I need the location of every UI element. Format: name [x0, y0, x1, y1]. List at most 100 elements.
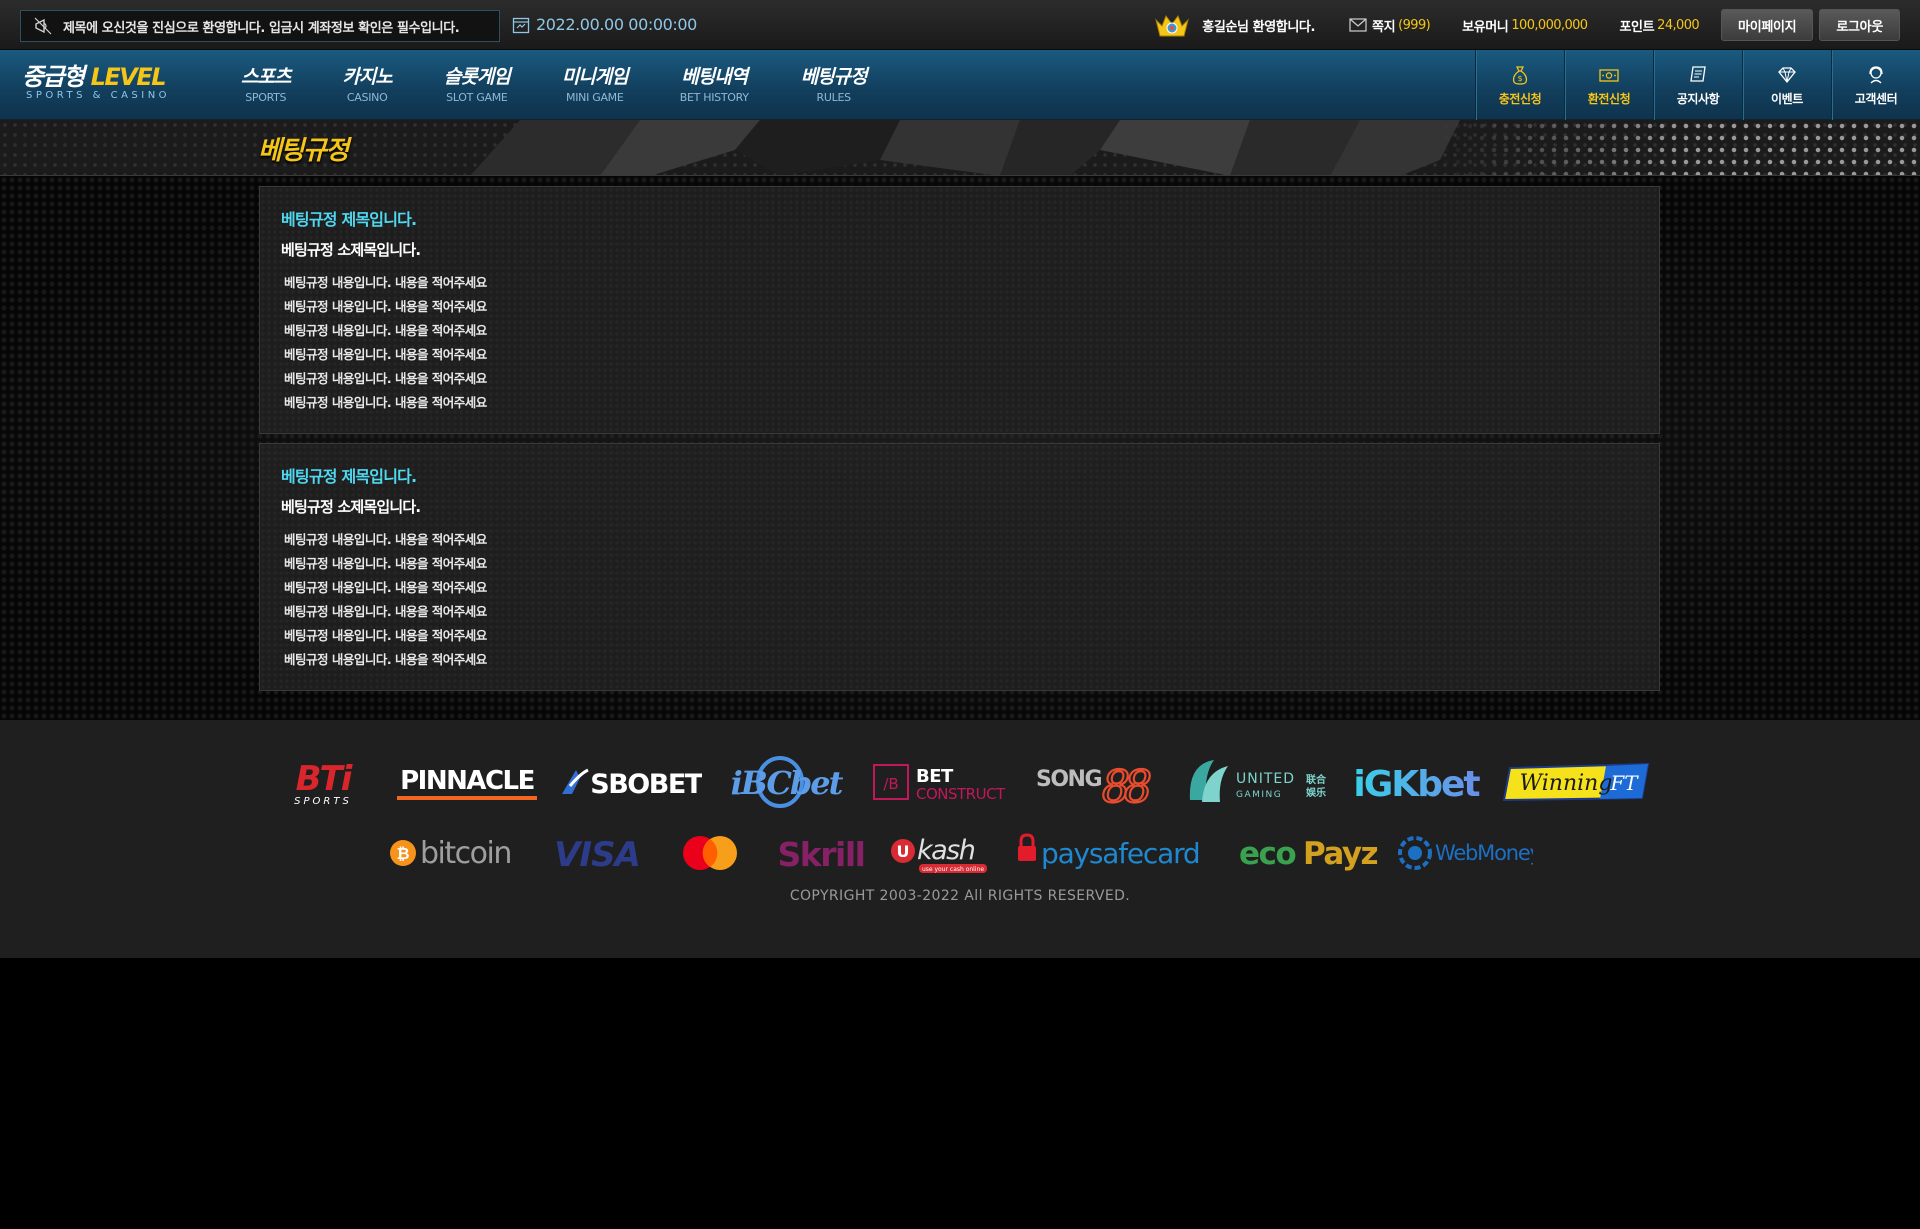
mail-label: 쪽지: [1372, 19, 1396, 35]
mypage-button[interactable]: 마이페이지: [1721, 9, 1814, 41]
logo-level: LEVEL: [90, 63, 167, 91]
svg-text:VISA: VISA: [554, 835, 640, 875]
menu-item-sports[interactable]: 스포츠 SPORTS: [215, 50, 316, 120]
skrill-logo: Skrill: [778, 835, 866, 874]
menu-item-rules[interactable]: 베팅규정 RULES: [775, 50, 893, 120]
svg-text:PINNACLE: PINNACLE: [400, 766, 534, 796]
rule-line: 베팅규정 내용입니다. 내용을 적어주세요: [284, 604, 487, 619]
quick-label: 환전신청: [1587, 91, 1631, 106]
svg-text:Payz: Payz: [1303, 836, 1378, 872]
svg-text:iBCbet: iBCbet: [731, 764, 844, 802]
menu-item-mini-game[interactable]: 미니게임 MINI GAME: [536, 50, 654, 120]
menu-sublabel: MINI GAME: [566, 91, 624, 104]
logout-button[interactable]: 로그아웃: [1819, 9, 1900, 41]
webmoney-logo: WebMoney: [1398, 836, 1533, 870]
quick-label: 이벤트: [1771, 91, 1803, 106]
menu-item-slot-game[interactable]: 슬롯게임 SLOT GAME: [418, 50, 536, 120]
footer: BTi SPORTS PINNACLE SBOBET iBCbet /B BET…: [0, 720, 1920, 958]
top-bar: 제목에 오신것을 진심으로 환영합니다. 입금시 계좌정보 확인은 필수입니다.…: [0, 0, 1920, 50]
svg-text:Winning: Winning: [1520, 771, 1613, 796]
bti-sports-logo: BTi SPORTS: [294, 759, 356, 807]
rule-line: 베팅규정 내용입니다. 내용을 적어주세요: [284, 299, 487, 314]
rule-line: 베팅규정 내용입니다. 내용을 적어주세요: [284, 532, 487, 547]
ecopayz-logo: eco Payz: [1239, 836, 1379, 872]
mail-count: (999): [1398, 17, 1431, 33]
support-icon: [1869, 65, 1883, 83]
svg-text:kash: kash: [917, 835, 975, 866]
quick-withdraw[interactable]: 환전신청: [1564, 50, 1653, 120]
menu-label: 베팅내역: [681, 66, 748, 88]
svg-text:iGKbet: iGKbet: [1353, 764, 1480, 805]
logo-subtitle: SPORTS & CASINO: [26, 90, 171, 101]
svg-text:WebMoney: WebMoney: [1435, 841, 1533, 865]
quick-event[interactable]: 이벤트: [1742, 50, 1831, 120]
logo-main: 중급형 LEVEL: [22, 64, 170, 90]
quick-label: 고객센터: [1854, 91, 1898, 106]
menu-label: 스포츠: [241, 66, 291, 88]
svg-text:bitcoin: bitcoin: [420, 836, 511, 871]
rule-line: 베팅규정 내용입니다. 내용을 적어주세요: [284, 347, 487, 362]
svg-text:联合: 联合: [1306, 773, 1327, 786]
visa-logo: VISA: [554, 835, 641, 875]
site-logo[interactable]: 중급형 LEVEL SPORTS & CASINO: [22, 64, 170, 101]
menu-item-bet-history[interactable]: 베팅내역 BET HISTORY: [654, 50, 775, 120]
quick-deposit[interactable]: $ 충전신청: [1475, 50, 1564, 120]
svg-text:娱乐: 娱乐: [1306, 786, 1326, 799]
page-title: 베팅규정: [258, 136, 349, 166]
quick-notice[interactable]: 공지사항: [1653, 50, 1742, 120]
welcome-text: 홍길순님 환영합니다.: [1202, 19, 1316, 35]
level-badge-icon: [1155, 14, 1190, 37]
svg-text:FT: FT: [1609, 771, 1639, 795]
winningft-logo: Winning FT: [1502, 762, 1650, 802]
notice-board-icon: [1690, 65, 1706, 82]
rule-line: 베팅규정 내용입니다. 내용을 적어주세요: [284, 580, 487, 595]
paysafecard-logo: paysafecard: [1018, 833, 1201, 870]
menu-sublabel: BET HISTORY: [679, 91, 749, 104]
money-bag-icon: $: [1512, 65, 1528, 85]
betconstruct-logo: /B BET CONSTRUCT: [873, 764, 1007, 803]
rule-subtitle: 베팅규정 소제목입니다.: [281, 241, 421, 259]
svg-text:88: 88: [1102, 762, 1151, 810]
notice-text: 제목에 오신것을 진심으로 환영합니다. 입금시 계좌정보 확인은 필수입니다.: [63, 20, 460, 36]
page-title-band: 베팅규정: [0, 120, 1920, 176]
rule-lines: 베팅규정 내용입니다. 내용을 적어주세요 베팅규정 내용입니다. 내용을 적어…: [284, 271, 487, 415]
quick-label: 공지사항: [1676, 91, 1720, 106]
menu-label: 슬롯게임: [443, 66, 511, 88]
datetime-text: 2022.00.00 00:00:00: [536, 15, 697, 34]
rule-line: 베팅규정 내용입니다. 내용을 적어주세요: [284, 556, 487, 571]
mail-link[interactable]: 쪽지 (999): [1349, 16, 1431, 35]
rule-title: 베팅규정 제목입니다.: [281, 210, 417, 229]
point-value: 24,000: [1657, 17, 1700, 33]
sbobet-logo: SBOBET: [562, 768, 702, 800]
point-label: 포인트: [1619, 19, 1655, 35]
rule-section: 베팅규정 제목입니다. 베팅규정 소제목입니다. 베팅규정 내용입니다. 내용을…: [259, 186, 1660, 434]
copyright: COPYRIGHT 2003-2022 All RIGHTS RESERVED.: [789, 888, 1131, 904]
rule-line: 베팅규정 내용입니다. 내용을 적어주세요: [284, 323, 487, 338]
envelope-icon: [1349, 18, 1367, 32]
rule-line: 베팅규정 내용입니다. 내용을 적어주세요: [284, 628, 487, 643]
svg-text:$: $: [1517, 74, 1522, 83]
menu-sublabel: CASINO: [346, 91, 388, 104]
main-nav: 중급형 LEVEL SPORTS & CASINO 스포츠 SPORTS 카지노…: [0, 50, 1920, 120]
svg-text:BTi: BTi: [296, 759, 354, 799]
igkbet-logo: iGKbet: [1353, 764, 1482, 805]
svg-text:Skrill: Skrill: [778, 835, 865, 874]
menu-item-casino[interactable]: 카지노 CASINO: [316, 50, 417, 120]
svg-text:SONG: SONG: [1036, 767, 1101, 792]
svg-text:paysafecard: paysafecard: [1041, 837, 1199, 870]
rule-line: 베팅규정 내용입니다. 내용을 적어주세요: [284, 371, 487, 386]
megaphone-icon: [34, 17, 52, 35]
bitcoin-logo: ₿ bitcoin: [390, 836, 512, 871]
svg-text:SPORTS: SPORTS: [294, 796, 352, 807]
rule-subtitle: 베팅규정 소제목입니다.: [281, 498, 421, 516]
datetime: 2022.00.00 00:00:00: [512, 15, 697, 34]
provider-logos: BTi SPORTS PINNACLE SBOBET iBCbet /B BET…: [0, 752, 1920, 812]
main-menu: 스포츠 SPORTS 카지노 CASINO 슬롯게임 SLOT GAME 미니게…: [215, 50, 893, 120]
quick-support[interactable]: 고객센터: [1831, 50, 1920, 120]
notice-ticker[interactable]: 제목에 오신것을 진심으로 환영합니다. 입금시 계좌정보 확인은 필수입니다.: [20, 10, 500, 42]
ibcbet-logo: iBCbet: [731, 756, 846, 808]
rules-content: 베팅규정 제목입니다. 베팅규정 소제목입니다. 베팅규정 내용입니다. 내용을…: [0, 176, 1920, 720]
menu-label: 미니게임: [561, 66, 629, 88]
rule-lines: 베팅규정 내용입니다. 내용을 적어주세요 베팅규정 내용입니다. 내용을 적어…: [284, 528, 487, 672]
svg-text:CONSTRUCT: CONSTRUCT: [916, 785, 1006, 803]
